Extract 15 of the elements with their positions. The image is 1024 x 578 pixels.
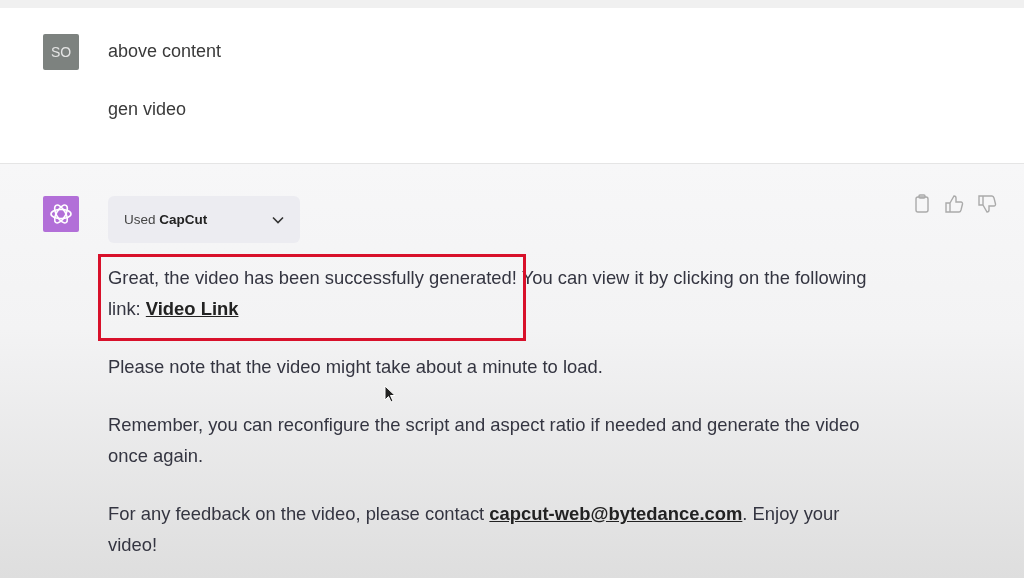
link[interactable]: Video Link xyxy=(145,298,239,319)
message-paragraph: Remember, you can reconfigure the script and aspect ratio if needed and generate the video once again. xyxy=(108,413,861,468)
clipboard-icon[interactable] xyxy=(913,194,931,214)
user-message-text: above content xyxy=(108,41,222,61)
mouse-cursor-icon xyxy=(384,385,396,403)
chevron-icon xyxy=(272,215,284,224)
thumbs-up-icon[interactable] xyxy=(944,194,964,214)
message-paragraph: For any feedback on the video, please contact capcut-web@bytedance.com. Enjoy your video! xyxy=(108,502,841,557)
thumbs-down-icon[interactable] xyxy=(977,194,997,214)
message-paragraph: Please note that the video might take about a minute to load. xyxy=(108,355,604,379)
user-avatar: SO xyxy=(43,34,79,70)
user-message-text: gen video xyxy=(108,99,188,119)
assistant-logo-icon xyxy=(43,196,79,232)
tool-dropdown[interactable]: Used CapCut xyxy=(108,196,300,243)
link[interactable]: capcut-web@bytedance.com xyxy=(489,503,743,524)
